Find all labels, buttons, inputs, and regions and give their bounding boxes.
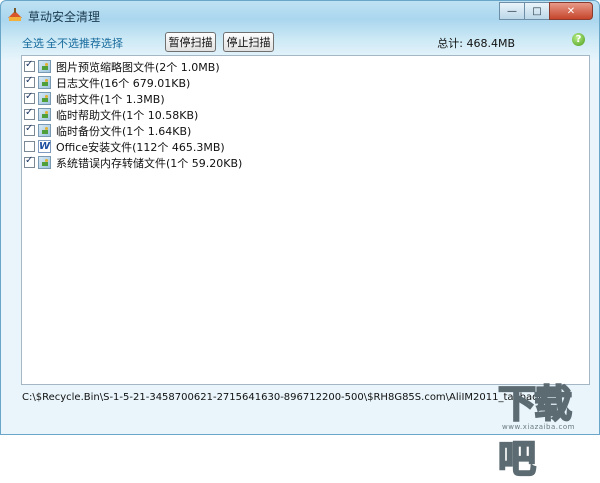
watermark-logo: 下载吧 www.xiazaiba.com <box>476 373 594 482</box>
broom-app-icon <box>8 8 22 21</box>
current-scan-path: C:\$Recycle.Bin\S-1-5-21-3458700621-2715… <box>22 392 542 403</box>
image-icon <box>38 108 51 121</box>
list-item[interactable]: 日志文件(16个 679.01KB) <box>24 75 190 90</box>
pause-scan-button[interactable]: 暂停扫描 <box>165 32 216 52</box>
list-item-label: 日志文件(16个 679.01KB) <box>56 76 191 90</box>
select-all-link[interactable]: 全选 <box>22 35 44 51</box>
close-button[interactable]: ✕ <box>549 2 593 20</box>
image-icon <box>38 92 51 105</box>
maximize-button[interactable]: □ <box>524 2 550 20</box>
image-icon <box>38 156 51 169</box>
checkbox[interactable] <box>24 75 35 88</box>
image-icon <box>38 60 51 73</box>
checkbox[interactable] <box>24 91 35 104</box>
total-size-label: 总计: 468.4MB <box>437 37 515 50</box>
checkbox[interactable] <box>24 155 35 168</box>
checkbox[interactable] <box>24 59 35 72</box>
list-item-label: 临时帮助文件(1个 10.58KB) <box>56 108 199 122</box>
list-item[interactable]: 图片预览缩略图文件(2个 1.0MB) <box>24 59 220 74</box>
list-item-label: 临时文件(1个 1.3MB) <box>56 92 165 106</box>
watermark-url: www.xiazaiba.com <box>502 423 575 431</box>
list-item-label: 系统错误内存转储文件(1个 59.20KB) <box>56 156 243 170</box>
list-item-label: Office安装文件(112个 465.3MB) <box>56 140 225 154</box>
stop-scan-button[interactable]: 停止扫描 <box>223 32 274 52</box>
word-document-icon: W <box>38 140 51 153</box>
recommended-select-link[interactable]: 推荐选择 <box>79 35 123 51</box>
scan-results-list[interactable]: 图片预览缩略图文件(2个 1.0MB) 日志文件(16个 679.01KB) 临… <box>21 55 590 385</box>
toolbar: 全选 全不选 推荐选择 暂停扫描 停止扫描 总计: 468.4MB ? <box>1 29 599 55</box>
list-item-label: 图片预览缩略图文件(2个 1.0MB) <box>56 60 220 74</box>
list-item[interactable]: 临时备份文件(1个 1.64KB) <box>24 123 191 138</box>
list-item-label: 临时备份文件(1个 1.64KB) <box>56 124 192 138</box>
list-item[interactable]: W Office安装文件(112个 465.3MB) <box>24 139 225 154</box>
select-none-link[interactable]: 全不选 <box>46 35 79 51</box>
list-item[interactable]: 临时文件(1个 1.3MB) <box>24 91 165 106</box>
checkbox[interactable] <box>24 107 35 120</box>
app-window: 草动安全清理 — □ ✕ 全选 全不选 推荐选择 暂停扫描 停止扫描 总计: 4… <box>0 0 600 482</box>
help-icon[interactable]: ? <box>572 33 585 46</box>
image-icon <box>38 76 51 89</box>
title-bar[interactable]: 草动安全清理 — □ ✕ <box>1 1 599 31</box>
minimize-button[interactable]: — <box>499 2 525 20</box>
image-icon <box>38 124 51 137</box>
window-title: 草动安全清理 <box>28 10 101 24</box>
window-controls: — □ ✕ <box>499 2 593 20</box>
list-item[interactable]: 临时帮助文件(1个 10.58KB) <box>24 107 198 122</box>
checkbox[interactable] <box>24 141 35 152</box>
checkbox[interactable] <box>24 123 35 136</box>
list-item[interactable]: 系统错误内存转储文件(1个 59.20KB) <box>24 155 242 170</box>
